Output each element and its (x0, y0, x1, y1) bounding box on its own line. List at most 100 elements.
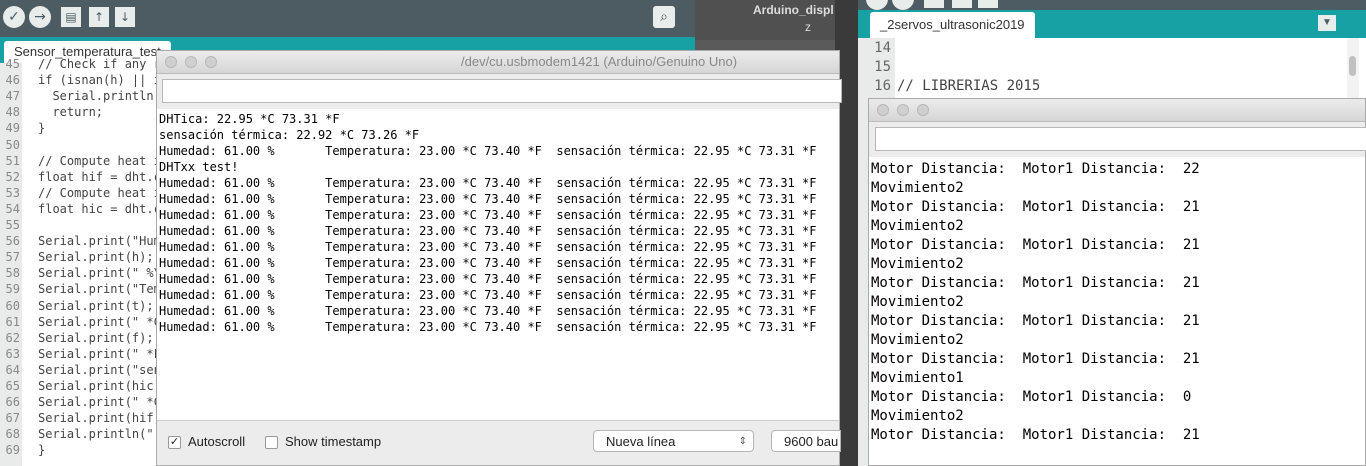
code-line: 15 (858, 58, 897, 75)
line-number: 67 (5, 411, 20, 426)
line-number: 51 (5, 153, 20, 168)
code-text: Serial.print("sen (38, 362, 161, 377)
serial-output-line: Humedad: 61.00 % Temperatura: 23.00 *C 7… (159, 208, 817, 222)
code-text: Serial.print(" *C (38, 395, 161, 410)
open-icon[interactable] (952, 0, 972, 8)
line-number: 14 (874, 40, 891, 56)
code-text: } (38, 443, 46, 458)
tab-sketch[interactable]: _2servos_ultrasonic2019 (870, 12, 1035, 38)
line-number: 60 (5, 298, 20, 313)
serial-monitor-title: /dev/cu.usbmodem1421 (Arduino/Genuino Un… (461, 54, 738, 69)
serial-output-line: Motor Distancia: Motor1 Distancia: 0 (871, 389, 1192, 405)
line-ending-select[interactable]: Nueva línea ⇕ (593, 430, 754, 452)
serial-output-line: Movimiento2 (871, 332, 964, 348)
verify-icon[interactable] (866, 0, 888, 10)
line-number: 16 (874, 78, 891, 94)
line-number: 47 (5, 89, 20, 104)
close-icon[interactable] (877, 104, 889, 116)
tab-menu-icon[interactable]: ▼ (1318, 15, 1336, 31)
line-number: 55 (5, 218, 20, 232)
line-number: 59 (5, 282, 20, 297)
code-line: 62 Serial.print(f); (0, 330, 154, 346)
code-line: 63 Serial.print(" *F (0, 346, 161, 362)
line-number: 57 (5, 250, 20, 265)
verify-icon[interactable]: ✓ (3, 6, 25, 28)
minimize-icon[interactable] (185, 56, 197, 68)
code-text: Serial.print("Tem (38, 282, 161, 297)
code-text: // Compute heat i (38, 185, 161, 200)
scrollbar-thumb[interactable] (1349, 56, 1356, 76)
serial-monitor-window-2: Motor Distancia: Motor1 Distancia: 22 Mov… (868, 98, 1366, 466)
serial-output-line: DHTxx test! (159, 160, 239, 174)
code-line: 55 (0, 217, 38, 233)
save-icon[interactable] (978, 0, 998, 8)
serial-output-line: Humedad: 61.00 % Temperatura: 23.00 *C 7… (159, 272, 817, 286)
serial-output-line: Humedad: 61.00 % Temperatura: 23.00 *C 7… (159, 320, 817, 334)
minimize-icon[interactable] (897, 104, 909, 116)
line-number: 63 (5, 346, 20, 361)
serial-output[interactable]: DHTica: 22.95 *C 73.31 *F sensación térmi… (157, 109, 839, 421)
select-arrows-icon: ⇕ (738, 436, 747, 447)
code-line: 65 Serial.print(hic) (0, 378, 161, 394)
code-line: 16 // LIBRERIAS 2015 (858, 77, 1041, 94)
serial-output-line: Motor Distancia: Motor1 Distancia: 21 (871, 351, 1200, 367)
line-number: 52 (5, 169, 20, 184)
line-number: 48 (5, 105, 20, 120)
serial-monitor-icon[interactable]: ⌕ (653, 6, 675, 28)
line-number: 56 (5, 234, 20, 249)
timestamp-checkbox[interactable] (265, 436, 278, 449)
new-icon[interactable]: ▤ (61, 7, 81, 27)
code-line: 45 // Check if any r (0, 56, 161, 72)
code-line: 60 Serial.print(t); (0, 298, 154, 314)
line-number: 54 (5, 201, 20, 216)
upload-icon[interactable]: → (29, 6, 51, 28)
code-text: float hic = dht.c (38, 201, 161, 216)
line-number: 61 (5, 314, 20, 329)
code-text: if (isnan(h) || i (38, 73, 161, 88)
code-editor[interactable]: 14 15 16 // LIBRERIAS 2015 (858, 38, 1338, 98)
code-line: 58 Serial.print(" %\ (0, 265, 161, 281)
code-line: 56 Serial.print("Hum (0, 233, 161, 249)
code-text: Serial.println( (38, 89, 161, 104)
save-icon[interactable]: ↓ (115, 7, 135, 27)
code-line: 51 // Compute heat i (0, 153, 161, 169)
left-ide-toolbar: ✓ → ▤ ↑ ↓ ⌕ (0, 0, 700, 37)
baud-rate-select[interactable]: 9600 bau (771, 430, 841, 452)
code-line: 54 float hic = dht.c (0, 201, 161, 217)
editor-scrollbar[interactable] (1347, 38, 1359, 98)
code-text: Serial.print(" *F (38, 346, 161, 361)
code-text: Serial.print(hic) (38, 379, 161, 393)
code-text: // LIBRERIAS 2015 (897, 78, 1041, 94)
serial-output-line: Humedad: 61.00 % Temperatura: 23.00 *C 7… (159, 144, 817, 158)
code-text: return; (38, 105, 104, 120)
line-number: 65 (5, 379, 20, 393)
serial-output-line: Motor Distancia: Motor1 Distancia: 21 (871, 199, 1200, 215)
serial-output-line: Humedad: 61.00 % Temperatura: 23.00 *C 7… (159, 176, 817, 190)
line-number: 58 (5, 266, 20, 281)
close-icon[interactable] (165, 56, 177, 68)
zoom-icon[interactable] (205, 56, 217, 68)
serial-monitor-titlebar: /dev/cu.usbmodem1421 (Arduino/Genuino Un… (157, 51, 839, 74)
line-number: 66 (5, 395, 20, 410)
serial-output-line: Movimiento2 (871, 180, 964, 196)
upload-icon[interactable] (892, 0, 914, 10)
serial-output[interactable]: Motor Distancia: Motor1 Distancia: 22 Mov… (869, 157, 1365, 465)
new-icon[interactable] (924, 0, 944, 8)
serial-output-line: Movimiento2 (871, 256, 964, 272)
code-line: 68 Serial.println(" (0, 426, 154, 442)
autoscroll-checkbox[interactable]: ✓ (168, 436, 181, 449)
open-icon[interactable]: ↑ (89, 7, 109, 27)
line-ending-value: Nueva línea (606, 434, 676, 449)
serial-output-line: Humedad: 61.00 % Temperatura: 23.00 *C 7… (159, 240, 817, 254)
serial-output-line: sensación térmica: 22.92 *C 73.26 *F (159, 128, 420, 142)
code-line: 47 Serial.println( (0, 88, 161, 104)
send-input[interactable] (875, 127, 1366, 151)
zoom-icon[interactable] (917, 104, 929, 116)
code-line: 64 Serial.print("sen (0, 362, 161, 378)
code-text: Serial.print(" *C (38, 314, 161, 329)
code-line: 67 Serial.print(hif) (0, 410, 161, 426)
send-input[interactable] (162, 79, 842, 103)
serial-output-line: Movimiento2 (871, 218, 964, 234)
serial-output-line: Motor Distancia: Motor1 Distancia: 21 (871, 427, 1200, 443)
code-text: } (38, 121, 46, 136)
